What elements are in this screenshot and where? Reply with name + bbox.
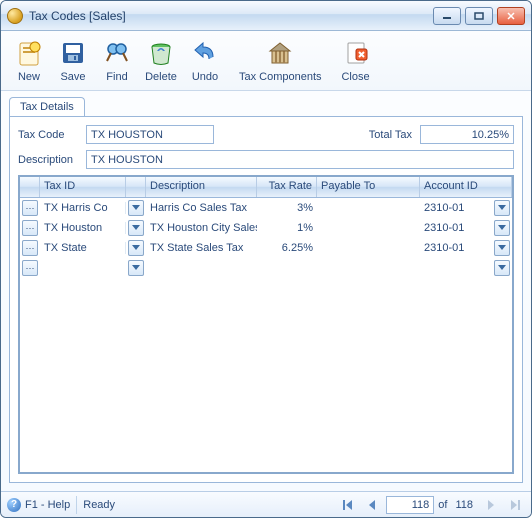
titlebar: Tax Codes [Sales]	[1, 1, 531, 31]
maximize-icon	[474, 12, 484, 20]
content-area: Tax Details Tax Code Total Tax Descripti…	[1, 91, 531, 491]
nav-first-button[interactable]	[338, 496, 358, 514]
new-button[interactable]: New	[7, 35, 51, 90]
tax-code-input[interactable]	[86, 125, 214, 144]
undo-label: Undo	[192, 71, 218, 83]
find-icon	[101, 37, 133, 69]
close-icon	[506, 12, 516, 20]
cell-tax-rate[interactable]: 1%	[257, 222, 317, 234]
total-tax-label: Total Tax	[369, 129, 412, 141]
close-button[interactable]: Close	[334, 35, 378, 90]
cell-tax-id[interactable]: TX State	[40, 242, 126, 254]
new-icon	[13, 37, 45, 69]
tax-components-label: Tax Components	[239, 71, 322, 83]
toolbar: New Save Find Delete Undo	[1, 31, 531, 91]
nav-last-icon	[510, 500, 520, 510]
cell-account-id[interactable]: 2310-01	[420, 202, 490, 214]
col-tax-rate[interactable]: Tax Rate	[257, 177, 317, 197]
table-row[interactable]: ⋯TX Harris Co Harris Co Sales Tax3% 2310-0…	[20, 198, 512, 218]
find-button[interactable]: Find	[95, 35, 139, 90]
tax-id-dropdown-button[interactable]	[128, 220, 144, 236]
window-title: Tax Codes [Sales]	[29, 9, 433, 23]
help-icon[interactable]: ?	[7, 498, 21, 512]
record-navigator: of 118	[338, 496, 525, 514]
tab-tax-details[interactable]: Tax Details	[9, 97, 85, 117]
close-window-button[interactable]	[497, 7, 525, 25]
save-icon	[57, 37, 89, 69]
save-label: Save	[60, 71, 85, 83]
app-window: Tax Codes [Sales] New Save	[0, 0, 532, 518]
delete-button[interactable]: Delete	[139, 35, 183, 90]
table-row[interactable]: ⋯TX Houston TX Houston City Sales1% 2310-0…	[20, 218, 512, 238]
cell-description[interactable]: TX Houston City Sales	[146, 222, 257, 234]
account-dropdown-button[interactable]	[494, 200, 510, 216]
close-label: Close	[341, 71, 369, 83]
total-tax-value	[420, 125, 514, 144]
cell-tax-id[interactable]: TX Houston	[40, 222, 126, 234]
app-icon	[7, 8, 23, 24]
account-dropdown-button[interactable]	[494, 260, 510, 276]
statusbar: ? F1 - Help Ready of 118	[1, 491, 531, 517]
cell-account-id[interactable]: 2310-01	[420, 222, 490, 234]
cell-description[interactable]: TX State Sales Tax	[146, 242, 257, 254]
nav-prev-button[interactable]	[362, 496, 382, 514]
account-dropdown-button[interactable]	[494, 220, 510, 236]
row-picker-button[interactable]: ⋯	[22, 220, 38, 236]
find-label: Find	[106, 71, 127, 83]
description-input[interactable]	[86, 150, 514, 169]
grid-header: Tax ID Description Tax Rate Payable To A…	[20, 177, 512, 198]
row-picker-button[interactable]: ⋯	[22, 260, 38, 276]
delete-label: Delete	[145, 71, 177, 83]
close-doc-icon	[340, 37, 372, 69]
tax-id-dropdown-button[interactable]	[128, 260, 144, 276]
tax-id-dropdown-button[interactable]	[128, 200, 144, 216]
col-payable-to[interactable]: Payable To	[317, 177, 420, 197]
tax-details-panel: Tax Code Total Tax Description Tax ID De…	[9, 116, 523, 483]
tax-components-grid: Tax ID Description Tax Rate Payable To A…	[18, 175, 514, 474]
status-ready: Ready	[83, 499, 115, 511]
undo-button[interactable]: Undo	[183, 35, 227, 90]
maximize-button[interactable]	[465, 7, 493, 25]
tax-components-button[interactable]: Tax Components	[233, 35, 328, 90]
nav-next-button[interactable]	[481, 496, 501, 514]
nav-first-icon	[343, 500, 353, 510]
cell-account-id[interactable]: 2310-01	[420, 242, 490, 254]
undo-icon	[189, 37, 221, 69]
description-label: Description	[18, 154, 86, 166]
cell-description[interactable]: Harris Co Sales Tax	[146, 202, 257, 214]
nav-last-button[interactable]	[505, 496, 525, 514]
nav-next-icon	[487, 500, 495, 510]
help-text[interactable]: F1 - Help	[25, 499, 70, 511]
delete-icon	[145, 37, 177, 69]
account-dropdown-button[interactable]	[494, 240, 510, 256]
col-description[interactable]: Description	[146, 177, 257, 197]
cell-tax-rate[interactable]: 6.25%	[257, 242, 317, 254]
table-row[interactable]: ⋯	[20, 258, 512, 278]
nav-of-text: of	[438, 499, 447, 511]
row-picker-button[interactable]: ⋯	[22, 240, 38, 256]
nav-prev-icon	[368, 500, 376, 510]
row-picker-button[interactable]: ⋯	[22, 200, 38, 216]
new-label: New	[18, 71, 40, 83]
nav-total: 118	[455, 499, 473, 511]
tax-components-icon	[264, 37, 296, 69]
col-account-id[interactable]: Account ID	[420, 177, 512, 197]
minimize-icon	[442, 12, 452, 20]
cell-tax-rate[interactable]: 3%	[257, 202, 317, 214]
tax-id-dropdown-button[interactable]	[128, 240, 144, 256]
col-tax-id[interactable]: Tax ID	[40, 177, 126, 197]
minimize-button[interactable]	[433, 7, 461, 25]
tax-code-label: Tax Code	[18, 129, 86, 141]
nav-current-input[interactable]	[386, 496, 434, 514]
save-button[interactable]: Save	[51, 35, 95, 90]
cell-tax-id[interactable]: TX Harris Co	[40, 202, 126, 214]
table-row[interactable]: ⋯TX State TX State Sales Tax6.25% 2310-01	[20, 238, 512, 258]
